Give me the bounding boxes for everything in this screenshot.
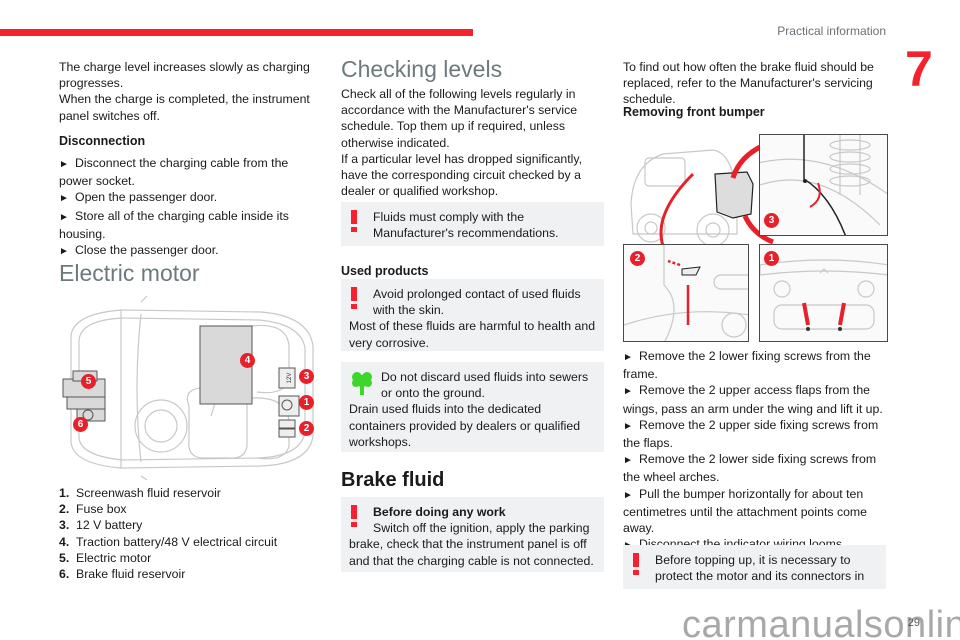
step-item: ► Remove the 2 lower side fixing screws f…: [623, 452, 877, 485]
car-top-view-illustration: 12V: [62, 295, 314, 481]
header-accent-bar: [0, 29, 473, 36]
panel-badge-1: 1: [764, 251, 779, 266]
page-number: 29: [907, 617, 920, 629]
tree-eco-icon: [351, 370, 373, 400]
legend-item: 3. 12 V battery: [59, 518, 143, 533]
bullet-arrow-icon: ►: [623, 420, 633, 432]
electric-motor-heading: Electric motor: [59, 260, 200, 286]
fluids-warning-callout: Fluids must comply with the Manufacturer…: [341, 202, 604, 246]
battery-12v-label: 12V: [287, 373, 293, 384]
step-item: ► Store all of the charging cable inside …: [59, 208, 289, 241]
bumper-removal-steps: ► Remove the 2 lower fixing screws from t…: [623, 348, 888, 554]
bumper-removal-illustration: 3 2 1: [623, 134, 888, 344]
legend-item: 5. Electric motor: [59, 550, 152, 565]
bullet-arrow-icon: ►: [59, 211, 69, 223]
bullet-arrow-icon: ►: [623, 489, 633, 501]
warning-exclamation-icon: [351, 505, 357, 527]
legend-item: 1. Screenwash fluid reservoir: [59, 486, 221, 500]
legend-item: 4. Traction battery/48 V electrical circu…: [59, 534, 278, 549]
panel-wheel-arch-screw: 3: [759, 134, 888, 236]
checking-levels-paragraph: If a particular level has dropped signif…: [341, 151, 583, 199]
used-fluids-warning-callout: Avoid prolonged contact of used fluids w…: [341, 279, 604, 351]
warning-exclamation-icon: [351, 210, 357, 232]
legend-item: 6. Brake fluid reservoir: [59, 567, 186, 582]
fuse-box-upper: [278, 419, 296, 429]
disconnection-heading: Disconnection: [59, 133, 146, 148]
callout-badge-4: 4: [240, 353, 255, 368]
bullet-arrow-icon: ►: [59, 159, 69, 171]
panel-access-flap: 2: [623, 244, 749, 342]
step-item: ► Remove the 2 upper side fixing screws f…: [623, 417, 879, 451]
panel-lower-screws: 1: [759, 244, 888, 342]
bullet-arrow-icon: ►: [59, 193, 69, 205]
step-item: ► Open the passenger door.: [59, 189, 319, 207]
component-legend: 1. Screenwash fluid reservoir 2. Fuse box …: [59, 485, 319, 582]
panel-badge-2: 2: [630, 251, 645, 266]
callout-badge-2: 2: [299, 421, 314, 436]
section-title: Practical information: [777, 24, 886, 38]
legend-item: 2. Fuse box: [59, 502, 127, 517]
removing-bumper-heading: Removing front bumper: [623, 105, 765, 119]
step-item: ► Close the passenger door.: [59, 242, 319, 260]
step-item: ► Disconnect the charging cable from the …: [59, 156, 289, 189]
electric-motor-diagram: 12V 4 3 1 2 5 6: [61, 295, 319, 481]
before-work-warning-callout: Before doing any work Switch off the ign…: [341, 497, 604, 572]
checking-levels-paragraph: Check all of the following levels regula…: [341, 87, 578, 150]
bullet-arrow-icon: ►: [623, 386, 633, 398]
warning-exclamation-icon: [351, 287, 357, 309]
chapter-number: 7: [905, 41, 933, 97]
step-item: ► Remove the 2 upper access flaps from th…: [623, 383, 883, 416]
step-item: ► Remove the 2 lower fixing screws from t…: [623, 349, 871, 382]
callout-badge-5: 5: [81, 374, 96, 389]
brake-fluid-heading: Brake fluid: [341, 469, 445, 491]
checking-levels-heading: Checking levels: [341, 56, 503, 82]
intro-paragraph: When the charge is completed, the instru…: [59, 92, 310, 123]
brake-fluid-intro: To find out how often the brake fluid sh…: [623, 60, 874, 107]
warning-exclamation-icon: [633, 553, 639, 575]
topping-up-warning-callout: Before topping up, it is necessary to pr…: [623, 545, 886, 589]
intro-paragraph: The charge level increases slowly as cha…: [59, 60, 310, 91]
bullet-arrow-icon: ►: [59, 246, 69, 258]
step-item: ► Pull the bumper horizontally for about …: [623, 486, 868, 536]
callout-badge-1: 1: [299, 395, 314, 410]
bullet-arrow-icon: ►: [623, 455, 633, 467]
disconnection-steps: ► Disconnect the charging cable from the …: [59, 155, 319, 260]
panel-badge-3: 3: [764, 213, 779, 228]
bullet-arrow-icon: ►: [623, 352, 633, 363]
used-products-heading: Used products: [341, 264, 429, 278]
environment-callout: Do not discard used fluids into sewers o…: [341, 362, 604, 452]
callout-badge-3: 3: [299, 369, 314, 384]
fuse-box-lower: [278, 428, 296, 438]
callout-badge-6: 6: [73, 417, 88, 432]
